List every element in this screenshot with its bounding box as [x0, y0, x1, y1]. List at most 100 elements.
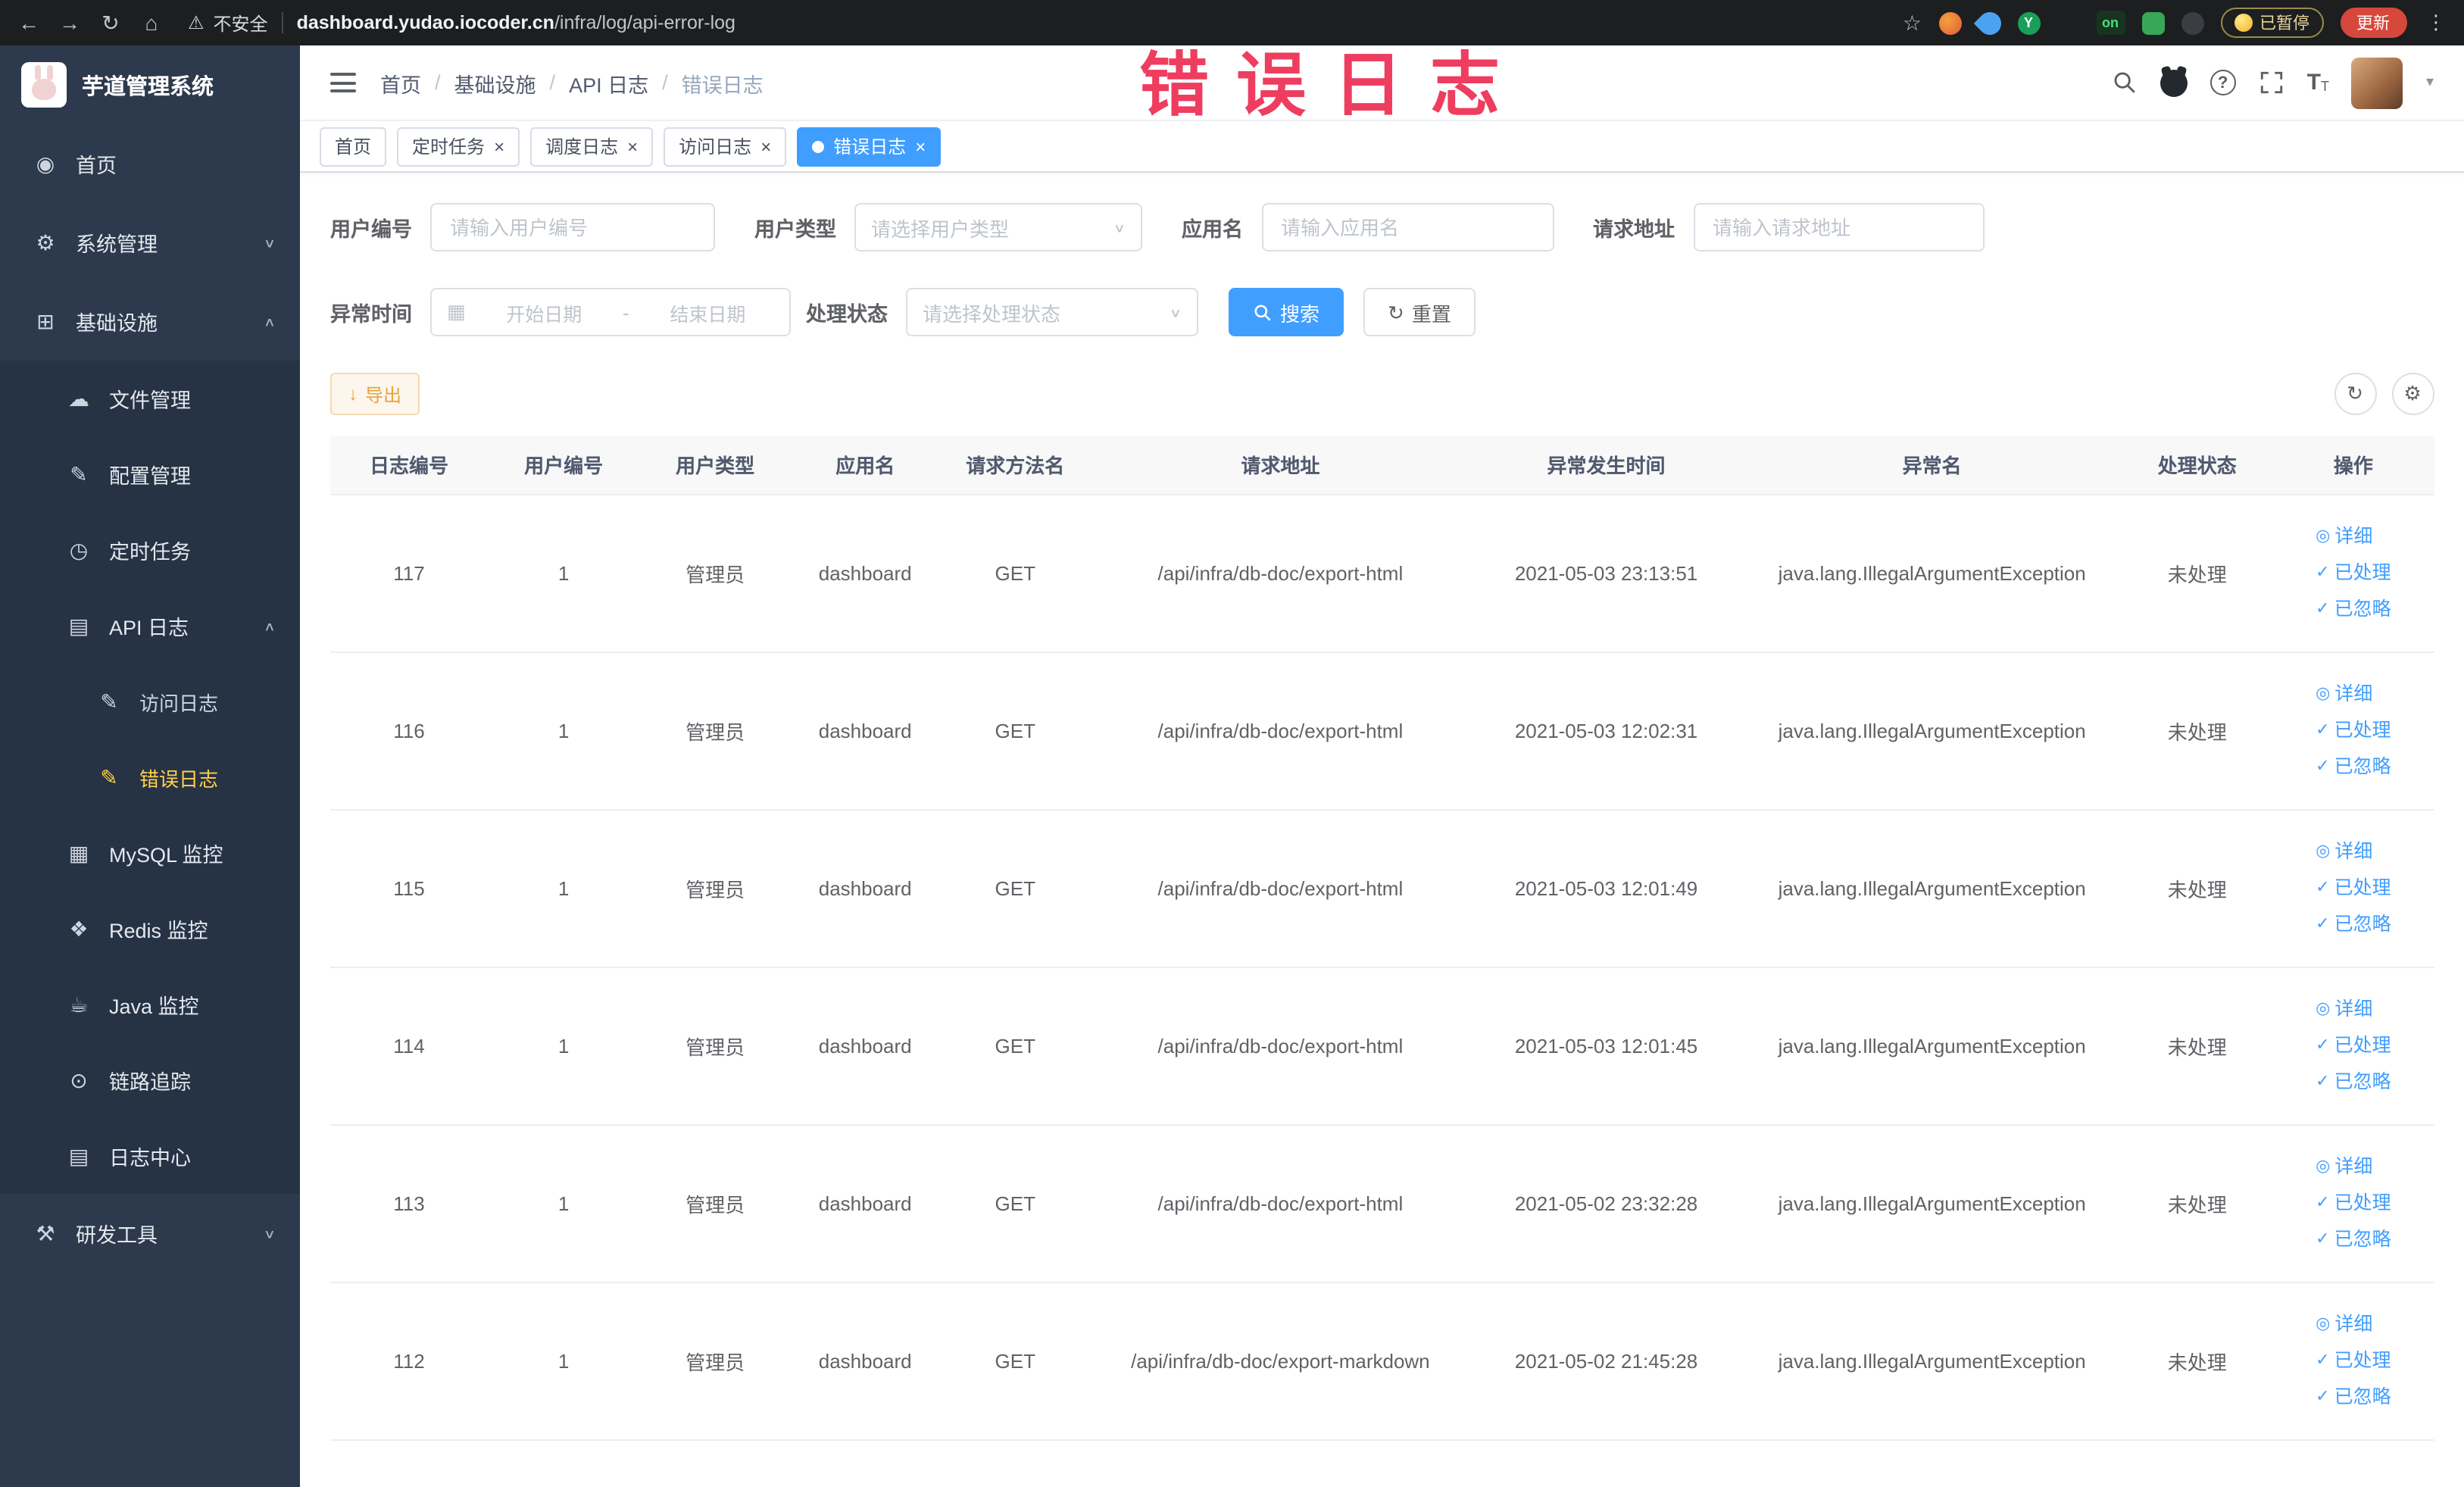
address-bar[interactable]: dashboard.yudao.iocoder.cn/infra/log/api… — [297, 12, 735, 33]
sidebar-item-mysql-monitor[interactable]: ▦ MySQL 监控 — [0, 815, 300, 891]
detail-link[interactable]: ◎ 详细 — [2316, 992, 2372, 1026]
app-logo[interactable]: 芋道管理系统 — [0, 45, 300, 124]
close-icon[interactable]: × — [915, 137, 926, 155]
sidebar-item-scheduled-tasks[interactable]: ◷ 定时任务 — [0, 512, 300, 588]
mark-ignored-link[interactable]: ✓ 已忽略 — [2316, 592, 2391, 626]
tab-scheduled-tasks[interactable]: 定时任务 × — [397, 127, 520, 166]
sidebar-item-system-management[interactable]: ⚙ 系统管理 ∨ — [0, 203, 300, 282]
extension-icon-on[interactable]: on — [2096, 11, 2125, 35]
github-icon[interactable] — [2160, 69, 2188, 96]
search-icon[interactable] — [2112, 70, 2138, 95]
column-header[interactable]: 日志编号 — [330, 436, 489, 495]
detail-link[interactable]: ◎ 详细 — [2316, 520, 2372, 553]
font-size-icon[interactable]: TT — [2307, 71, 2329, 94]
cell-log-id: 112 — [330, 1282, 489, 1440]
cell-user-type: 管理员 — [639, 1124, 792, 1282]
sidebar-item-log-center[interactable]: ▤ 日志中心 — [0, 1118, 300, 1194]
browser-menu-icon[interactable]: ⋮ — [2423, 11, 2449, 35]
extension-icon-leaf[interactable] — [2141, 11, 2164, 34]
mark-ignored-link[interactable]: ✓ 已忽略 — [2316, 750, 2391, 783]
breadcrumb-home[interactable]: 首页 — [380, 67, 421, 98]
cell-method: GET — [939, 651, 1091, 810]
extension-icon-paw[interactable] — [2181, 11, 2203, 34]
column-settings-button[interactable]: ⚙ — [2391, 373, 2434, 415]
sidebar-item-api-log[interactable]: ▤ API 日志 ∧ — [0, 588, 300, 664]
sidebar-item-infrastructure[interactable]: ⊞ 基础设施 ∧ — [0, 282, 300, 361]
detail-link[interactable]: ◎ 详细 — [2316, 677, 2372, 711]
chevron-down-icon: ∨ — [1113, 220, 1126, 235]
mark-processed-link[interactable]: ✓ 已处理 — [2316, 556, 2391, 589]
breadcrumb-api-log[interactable]: API 日志 — [569, 67, 648, 98]
paused-badge[interactable]: 已暂停 — [2220, 8, 2323, 38]
sidebar-item-error-log[interactable]: ✎ 错误日志 — [0, 739, 300, 815]
column-header[interactable]: 异常发生时间 — [1469, 436, 1743, 495]
column-header[interactable]: 应用名 — [791, 436, 940, 495]
mark-ignored-link[interactable]: ✓ 已忽略 — [2316, 1065, 2391, 1098]
sidebar-item-devtools[interactable]: ⚒ 研发工具 ∨ — [0, 1194, 300, 1273]
cell-exception-name: java.lang.IllegalArgumentException — [1742, 494, 2122, 652]
home-icon[interactable]: ⌂ — [138, 11, 165, 35]
tab-label: 访问日志 — [679, 136, 752, 158]
breadcrumb-infrastructure[interactable]: 基础设施 — [454, 67, 536, 98]
mark-ignored-link[interactable]: ✓ 已忽略 — [2316, 1380, 2391, 1414]
process-status-select[interactable]: 请选择处理状态 ∨ — [906, 288, 1198, 336]
cell-user-type: 管理员 — [639, 494, 792, 652]
column-header[interactable]: 操作 — [2272, 436, 2434, 495]
sidebar-item-trace[interactable]: ⊙ 链路追踪 — [0, 1042, 300, 1118]
user-id-input[interactable] — [430, 203, 715, 251]
back-icon[interactable]: ← — [15, 11, 42, 35]
sidebar-item-home[interactable]: ◉ 首页 — [0, 124, 300, 203]
tab-schedule-log[interactable]: 调度日志 × — [530, 127, 654, 166]
hamburger-icon[interactable] — [330, 73, 356, 92]
help-icon[interactable]: ? — [2209, 70, 2236, 95]
mark-ignored-link[interactable]: ✓ 已忽略 — [2316, 908, 2391, 941]
extension-icon-blue-drop[interactable] — [1972, 6, 2006, 39]
mark-ignored-link[interactable]: ✓ 已忽略 — [2316, 1223, 2391, 1256]
extension-icon-red[interactable] — [1938, 11, 1961, 34]
column-header[interactable]: 异常名 — [1742, 436, 2122, 495]
cell-request-url: /api/infra/db-doc/export-html — [1091, 809, 1470, 967]
tab-error-log[interactable]: 错误日志 × — [797, 127, 942, 166]
close-icon[interactable]: × — [494, 137, 504, 155]
refresh-icon[interactable]: ↻ — [97, 10, 124, 36]
close-icon[interactable]: × — [760, 137, 771, 155]
forward-icon[interactable]: → — [56, 11, 83, 35]
column-header[interactable]: 用户类型 — [639, 436, 792, 495]
detail-link[interactable]: ◎ 详细 — [2316, 835, 2372, 868]
app-name-input[interactable] — [1261, 203, 1554, 251]
mark-processed-link[interactable]: ✓ 已处理 — [2316, 1029, 2391, 1062]
column-header[interactable]: 用户编号 — [488, 436, 640, 495]
column-header[interactable]: 请求方法名 — [939, 436, 1091, 495]
request-url-input[interactable] — [1693, 203, 1984, 251]
bookmark-star-icon[interactable]: ☆ — [1903, 10, 1922, 36]
user-type-select[interactable]: 请选择用户类型 ∨ — [854, 203, 1142, 251]
refresh-table-button[interactable]: ↻ — [2334, 373, 2376, 415]
close-icon[interactable]: × — [627, 137, 638, 155]
extension-icon-grid[interactable] — [2056, 11, 2079, 34]
detail-link[interactable]: ◎ 详细 — [2316, 1307, 2372, 1341]
fullscreen-icon[interactable] — [2259, 70, 2284, 95]
tab-home[interactable]: 首页 — [320, 127, 387, 166]
column-header[interactable]: 处理状态 — [2121, 436, 2273, 495]
sidebar-item-java-monitor[interactable]: ☕ Java 监控 — [0, 967, 300, 1042]
sidebar-item-config-management[interactable]: ✎ 配置管理 — [0, 436, 300, 512]
mark-processed-link[interactable]: ✓ 已处理 — [2316, 871, 2391, 904]
user-avatar[interactable] — [2351, 57, 2403, 108]
mark-processed-link[interactable]: ✓ 已处理 — [2316, 1186, 2391, 1220]
export-button[interactable]: ↓ 导出 — [330, 373, 420, 415]
site-security-chip[interactable]: ⚠ 不安全 — [188, 10, 268, 36]
extension-icon-green[interactable]: Y — [2017, 11, 2040, 34]
search-button[interactable]: 搜索 — [1229, 288, 1344, 336]
mark-processed-link[interactable]: ✓ 已处理 — [2316, 1344, 2391, 1377]
exception-time-range-picker[interactable]: ▦ 开始日期 - 结束日期 — [430, 288, 791, 336]
detail-link[interactable]: ◎ 详细 — [2316, 1150, 2372, 1183]
sidebar-item-access-log[interactable]: ✎ 访问日志 — [0, 664, 300, 739]
update-button[interactable]: 更新 — [2340, 8, 2406, 38]
tab-access-log[interactable]: 访问日志 × — [664, 127, 787, 166]
caret-down-icon[interactable]: ▾ — [2426, 74, 2434, 91]
sidebar-item-redis-monitor[interactable]: ❖ Redis 监控 — [0, 891, 300, 967]
reset-button[interactable]: ↻ 重置 — [1363, 288, 1476, 336]
mark-processed-link[interactable]: ✓ 已处理 — [2316, 714, 2391, 747]
column-header[interactable]: 请求地址 — [1091, 436, 1470, 495]
sidebar-item-file-management[interactable]: ☁ 文件管理 — [0, 361, 300, 436]
